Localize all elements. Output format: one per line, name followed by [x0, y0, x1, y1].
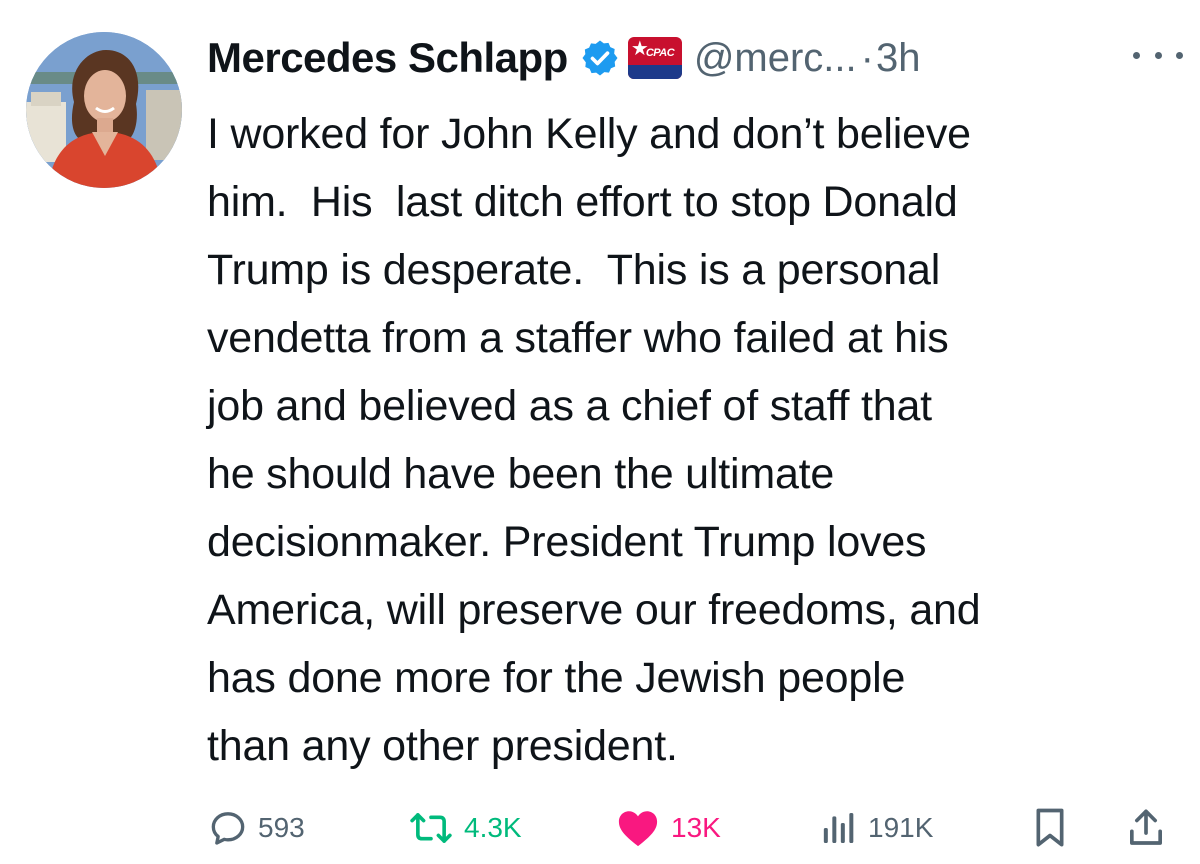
share-icon	[1130, 809, 1162, 845]
views-count: 191K	[868, 812, 934, 843]
reply-icon	[211, 812, 245, 845]
author-name[interactable]: Mercedes Schlapp	[207, 34, 568, 82]
tweet-timestamp[interactable]: 3h	[876, 36, 921, 81]
tweet-header: Mercedes Schlapp ★ CPAC @merc... · 3h	[207, 28, 920, 88]
views-button[interactable]: 191K	[818, 800, 933, 856]
more-dot	[1176, 51, 1183, 59]
views-icon	[823, 813, 854, 843]
more-icon[interactable]	[1133, 40, 1183, 70]
tweet-text: I worked for John Kelly and don’t believ…	[207, 110, 981, 770]
more-dot	[1133, 51, 1140, 59]
like-button[interactable]: 13K	[615, 800, 721, 856]
affiliate-badge[interactable]: ★ CPAC	[627, 37, 682, 79]
like-count: 13K	[671, 812, 721, 843]
repost-button[interactable]: 4.3K	[408, 800, 522, 856]
reply-button[interactable]: 593	[208, 800, 305, 856]
avatar-image	[26, 32, 182, 188]
share-button[interactable]	[1126, 800, 1166, 856]
author-avatar[interactable]	[26, 32, 182, 188]
author-handle[interactable]: @merc...	[694, 36, 857, 81]
affiliate-badge-label: CPAC	[645, 47, 675, 59]
reply-count: 593	[258, 812, 305, 843]
tweet-actions: 593 4.3K 13K 191K	[0, 800, 1200, 856]
verified-badge-icon[interactable]	[580, 38, 620, 78]
bookmark-button[interactable]	[1030, 800, 1070, 856]
more-dot	[1154, 51, 1162, 59]
bookmark-icon	[1036, 808, 1064, 847]
heart-icon	[618, 811, 658, 847]
affiliate-badge-band	[627, 65, 682, 79]
repost-count: 4.3K	[464, 812, 522, 843]
header-separator: ·	[860, 35, 874, 80]
repost-icon	[410, 813, 452, 843]
